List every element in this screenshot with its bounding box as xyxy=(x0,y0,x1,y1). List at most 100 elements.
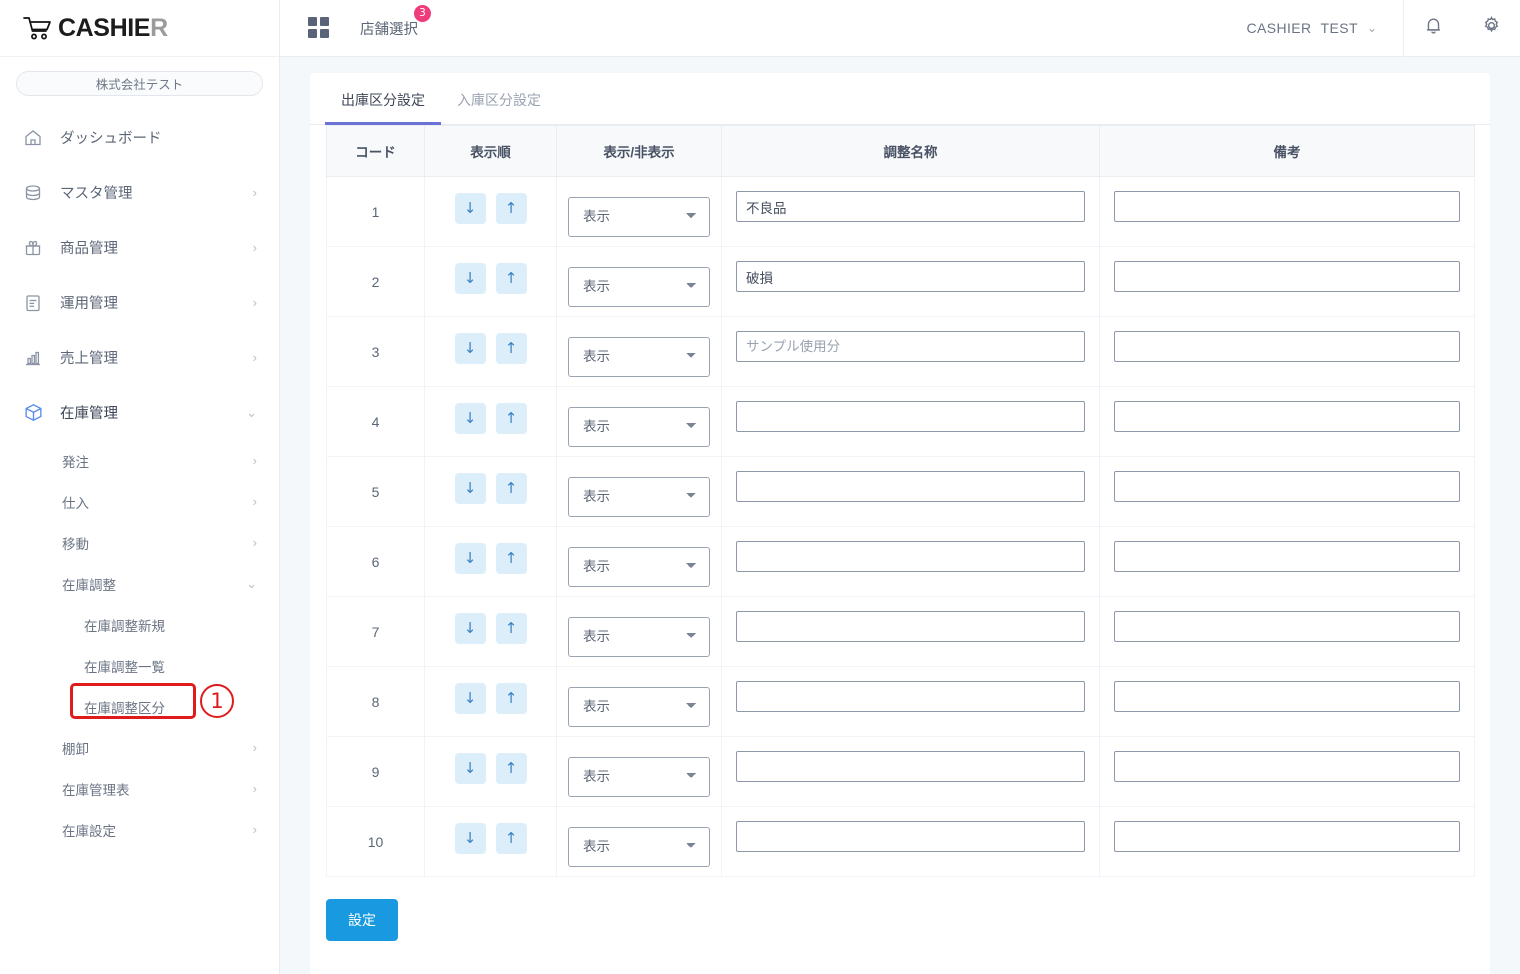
move-up-button[interactable]: ↑ xyxy=(495,403,527,434)
visibility-select[interactable]: 表示非表示 xyxy=(568,546,710,587)
move-down-button[interactable]: ↓ xyxy=(454,473,486,504)
chevron-down-icon: ⌄ xyxy=(1366,21,1377,35)
cell-note xyxy=(1099,456,1475,527)
adjust-name-input[interactable] xyxy=(736,541,1085,572)
adjust-name-input[interactable] xyxy=(736,471,1085,502)
move-up-button[interactable]: ↑ xyxy=(495,823,527,854)
move-up-button[interactable]: ↑ xyxy=(495,473,527,504)
move-up-button[interactable]: ↑ xyxy=(495,193,527,224)
cell-code: 9 xyxy=(326,736,425,807)
adjust-name-input[interactable] xyxy=(736,611,1085,642)
cell-visibility: 表示非表示 xyxy=(556,316,722,387)
move-down-button[interactable]: ↓ xyxy=(454,613,486,644)
column-header-order: 表示順 xyxy=(424,125,557,177)
sidebar-subitem-stock-adjust-list[interactable]: 在庫調整一覧 xyxy=(0,645,279,686)
move-up-button[interactable]: ↑ xyxy=(495,543,527,574)
sidebar-subitem-order[interactable]: 発注 › xyxy=(0,440,279,481)
user-menu-button[interactable]: CASHIER TEST ⌄ xyxy=(1247,20,1404,36)
note-input[interactable] xyxy=(1114,261,1460,292)
tab-inbound-category-settings[interactable]: 入庫区分設定 xyxy=(441,90,557,125)
sidebar-subitem-purchase[interactable]: 仕入 › xyxy=(0,481,279,522)
sidebar-subitem-transfer[interactable]: 移動 › xyxy=(0,522,279,563)
move-down-button[interactable]: ↓ xyxy=(454,683,486,714)
sidebar-item-operation[interactable]: 運用管理 › xyxy=(0,275,279,330)
grid-menu-icon[interactable] xyxy=(308,17,330,39)
sidebar-subitem-stock-adjust-category[interactable]: 在庫調整区分 xyxy=(0,686,279,727)
store-select-button[interactable]: 店舗選択 3 xyxy=(360,4,431,39)
tab-label: 出庫区分設定 xyxy=(341,92,425,108)
note-input[interactable] xyxy=(1114,191,1460,222)
note-input[interactable] xyxy=(1114,751,1460,782)
sidebar-subitem-inventory-settings[interactable]: 在庫設定 › xyxy=(0,809,279,850)
table-body: 1↓↑表示非表示2↓↑表示非表示3↓↑表示非表示4↓↑表示非表示5↓↑表示非表示… xyxy=(326,176,1475,877)
visibility-select[interactable]: 表示非表示 xyxy=(568,686,710,727)
move-down-button[interactable]: ↓ xyxy=(454,403,486,434)
note-input[interactable] xyxy=(1114,611,1460,642)
visibility-select[interactable]: 表示非表示 xyxy=(568,266,710,307)
cell-visibility: 表示非表示 xyxy=(556,246,722,317)
table-row: 8 ↓ ↑ 表示非表示 xyxy=(326,666,1475,737)
chevron-right-icon: › xyxy=(252,185,257,200)
chevron-right-icon: › xyxy=(252,740,257,755)
move-down-button[interactable]: ↓ xyxy=(454,543,486,574)
adjust-name-input[interactable] xyxy=(736,681,1085,712)
note-input[interactable] xyxy=(1114,821,1460,852)
cell-visibility: 表示非表示 xyxy=(556,176,722,247)
save-settings-button[interactable]: 設定 xyxy=(326,899,398,941)
move-down-button[interactable]: ↓ xyxy=(454,263,486,294)
adjust-name-input[interactable] xyxy=(736,191,1085,222)
sidebar-item-label: マスタ管理 xyxy=(60,186,133,202)
note-input[interactable] xyxy=(1114,541,1460,572)
move-up-button[interactable]: ↑ xyxy=(495,613,527,644)
sidebar-subitem-label: 仕入 xyxy=(62,495,89,511)
cell-display-order: ↓ ↑ xyxy=(424,806,557,877)
sidebar-item-sales[interactable]: 売上管理 › xyxy=(0,330,279,385)
sidebar-item-product[interactable]: 商品管理 › xyxy=(0,220,279,275)
note-input[interactable] xyxy=(1114,331,1460,362)
cell-adjust-name xyxy=(721,736,1100,807)
move-down-button[interactable]: ↓ xyxy=(454,333,486,364)
settings-button[interactable] xyxy=(1462,0,1520,57)
move-down-button[interactable]: ↓ xyxy=(454,823,486,854)
cell-code: 8 xyxy=(326,666,425,737)
visibility-select[interactable]: 表示非表示 xyxy=(568,756,710,797)
sidebar-subitem-inventory-report[interactable]: 在庫管理表 › xyxy=(0,768,279,809)
tab-outbound-category-settings[interactable]: 出庫区分設定 xyxy=(325,90,441,125)
adjust-name-input[interactable] xyxy=(736,751,1085,782)
note-input[interactable] xyxy=(1114,471,1460,502)
adjust-name-input[interactable] xyxy=(736,331,1085,362)
table-row: 7↓↑表示非表示 xyxy=(326,596,1475,667)
move-up-button[interactable]: ↑ xyxy=(495,753,527,784)
gear-icon xyxy=(1481,15,1502,41)
adjust-name-input[interactable] xyxy=(736,261,1085,292)
cell-visibility: 表示非表示 xyxy=(556,806,722,877)
note-input[interactable] xyxy=(1114,401,1460,432)
bell-icon xyxy=(1423,15,1444,41)
sidebar-subitem-stocktaking[interactable]: 棚卸 › xyxy=(0,727,279,768)
cell-visibility: 表示非表示 xyxy=(556,596,722,667)
move-down-button[interactable]: ↓ xyxy=(454,753,486,784)
visibility-select[interactable]: 表示非表示 xyxy=(568,196,710,237)
adjust-name-input[interactable] xyxy=(736,401,1085,432)
note-input[interactable] xyxy=(1114,681,1460,712)
move-up-button[interactable]: ↑ xyxy=(495,333,527,364)
visibility-select[interactable]: 表示非表示 xyxy=(568,406,710,447)
sidebar-item-dashboard[interactable]: ダッシュボード xyxy=(0,110,279,165)
visibility-select[interactable]: 表示非表示 xyxy=(568,826,710,867)
visibility-select[interactable]: 表示非表示 xyxy=(568,616,710,657)
sidebar-subitem-stock-adjust[interactable]: 在庫調整 ⌄ xyxy=(0,563,279,604)
sidebar-item-inventory[interactable]: 在庫管理 ⌄ xyxy=(0,385,279,440)
move-up-button[interactable]: ↑ xyxy=(495,263,527,294)
app-logo[interactable]: CASHIER xyxy=(0,0,279,57)
move-up-button[interactable]: ↑ xyxy=(495,683,527,714)
cell-note xyxy=(1099,176,1475,247)
visibility-select[interactable]: 表示非表示 xyxy=(568,476,710,517)
store-select-label: 店舗選択 xyxy=(360,21,418,38)
notifications-button[interactable] xyxy=(1404,0,1462,57)
move-down-button[interactable]: ↓ xyxy=(454,193,486,224)
company-chip[interactable]: 株式会社テスト xyxy=(16,71,263,96)
sidebar-subitem-stock-adjust-new[interactable]: 在庫調整新規 xyxy=(0,604,279,645)
sidebar-item-master[interactable]: マスタ管理 › xyxy=(0,165,279,220)
visibility-select[interactable]: 表示非表示 xyxy=(568,336,710,377)
adjust-name-input[interactable] xyxy=(736,821,1085,852)
